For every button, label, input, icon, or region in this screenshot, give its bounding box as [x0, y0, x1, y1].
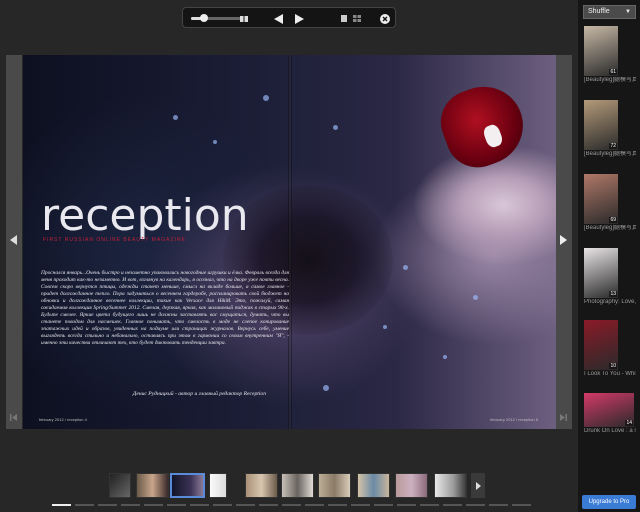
progress-dot[interactable] [489, 504, 508, 506]
page-thumbnail-current[interactable] [170, 473, 205, 498]
related-thumbnail[interactable]: 13 [584, 248, 618, 298]
related-thumbnail[interactable]: 10 [584, 320, 618, 370]
shuffle-dropdown[interactable]: Shuffle ▼ [583, 5, 636, 19]
page-count: 69 [609, 217, 617, 223]
related-item[interactable]: 10 I Look To You - Whitney Tribute [584, 320, 636, 379]
zoom-slider[interactable] [191, 17, 241, 20]
page-thumbnail[interactable] [434, 473, 467, 498]
strip-next-button[interactable] [471, 473, 485, 498]
progress-dot[interactable] [374, 504, 393, 506]
progress-dot[interactable] [351, 504, 370, 506]
progress-dot[interactable] [167, 504, 186, 506]
close-icon[interactable] [378, 8, 392, 29]
related-title[interactable]: Drunk On Love : a shooting by [584, 428, 636, 436]
page-thumbnail[interactable] [209, 473, 227, 498]
page-thumbnail[interactable] [136, 473, 169, 498]
editorial-signature: Денис Рудницкий - автор и главный редакт… [132, 391, 266, 397]
magazine-spread[interactable]: reception FIRST RUSSIAN ONLINE BEAUTY MA… [23, 55, 556, 429]
chevron-left-icon[interactable] [10, 235, 17, 248]
related-title[interactable]: [Beautyleg]腿模写真 No.267 Sara 🍭 [584, 151, 636, 159]
folio-right: february 2012 / reception 5 [490, 417, 538, 422]
bokeh-light [173, 115, 178, 120]
related-title[interactable]: Photography: Love, Hate & Regrets [584, 299, 636, 307]
bokeh-light [333, 125, 338, 130]
page-count: 10 [609, 363, 617, 369]
progress-dot[interactable] [282, 504, 301, 506]
progress-dot[interactable] [190, 504, 209, 506]
related-item[interactable]: 72 [Beautyleg]腿模写真 No.267 Sara 🍭 [584, 100, 636, 159]
page-thumbnail[interactable] [395, 473, 428, 498]
related-thumbnail[interactable]: 72 [584, 100, 618, 150]
progress-dot[interactable] [259, 504, 278, 506]
progress-dot[interactable] [213, 504, 232, 506]
progress-dot[interactable] [121, 504, 140, 506]
bokeh-light [213, 140, 217, 144]
related-item[interactable]: 61 [Beautyleg]腿模写真 No.237 Sara 🍭 [584, 26, 636, 85]
progress-dot[interactable] [144, 504, 163, 506]
related-thumbnail[interactable]: 14 [584, 393, 634, 427]
chevron-right-icon [475, 481, 481, 490]
bokeh-light [323, 385, 329, 391]
last-page-icon[interactable] [560, 414, 567, 423]
progress-dot[interactable] [397, 504, 416, 506]
page-thumbnail[interactable] [357, 473, 390, 498]
chevron-right-icon[interactable] [560, 235, 567, 248]
related-title[interactable]: [Beautyleg]腿模写真 No.267 Sara 🍭 [584, 225, 636, 233]
chevron-down-icon: ▼ [625, 9, 631, 15]
bokeh-light [263, 95, 269, 101]
page-count: 13 [609, 291, 617, 297]
viewer-toolbar [182, 7, 396, 28]
progress-dot[interactable] [512, 504, 531, 506]
previous-icon[interactable] [271, 8, 285, 29]
page-icon[interactable] [339, 8, 349, 29]
next-page-bar[interactable] [556, 55, 572, 429]
progress-dot[interactable] [420, 504, 439, 506]
magazine-subtitle: FIRST RUSSIAN ONLINE BEAUTY MAGAZINE [43, 237, 186, 243]
progress-dot[interactable] [305, 504, 324, 506]
page-thumbnail[interactable] [245, 473, 278, 498]
single-page-view-icon[interactable] [237, 8, 251, 29]
progress-dot[interactable] [75, 504, 94, 506]
related-item[interactable]: 69 [Beautyleg]腿模写真 No.267 Sara 🍭 [584, 174, 636, 233]
magazine-title: reception [41, 190, 249, 241]
first-page-icon[interactable] [10, 414, 17, 423]
page-count: 61 [609, 69, 617, 75]
previous-page-bar[interactable] [6, 55, 22, 429]
progress-dot[interactable] [466, 504, 485, 506]
page-thumbnail-strip [109, 473, 485, 498]
bokeh-light [473, 295, 478, 300]
page-progress-dots [52, 504, 532, 507]
page-thumbnail[interactable] [281, 473, 314, 498]
grid-icon[interactable] [351, 8, 363, 29]
bokeh-light [403, 265, 408, 270]
play-icon[interactable] [292, 8, 306, 29]
related-title[interactable]: [Beautyleg]腿模写真 No.237 Sara 🍭 [584, 77, 636, 85]
bokeh-light [383, 325, 387, 329]
bokeh-light [443, 355, 447, 359]
progress-dot[interactable] [443, 504, 462, 506]
related-title[interactable]: I Look To You - Whitney Tribute [584, 371, 636, 379]
related-item[interactable]: 13 Photography: Love, Hate & Regrets [584, 248, 636, 307]
progress-dot[interactable] [52, 504, 71, 506]
folio-left: february 2012 / reception 4 [39, 417, 87, 422]
related-item[interactable]: 14 Drunk On Love : a shooting by [584, 393, 636, 436]
page-count: 14 [625, 420, 633, 426]
shuffle-label: Shuffle [588, 8, 610, 15]
progress-dot[interactable] [98, 504, 117, 506]
upgrade-button[interactable]: Upgrade to Pro [582, 495, 636, 509]
flipbook-viewer: reception FIRST RUSSIAN ONLINE BEAUTY MA… [0, 0, 640, 512]
page-count: 72 [609, 143, 617, 149]
related-thumbnail[interactable]: 61 [584, 26, 618, 76]
progress-dot[interactable] [236, 504, 255, 506]
related-thumbnail[interactable]: 69 [584, 174, 618, 224]
page-gutter [288, 55, 292, 429]
page-thumbnail[interactable] [109, 473, 131, 498]
progress-dot[interactable] [328, 504, 347, 506]
lips-image [432, 75, 534, 177]
page-thumbnail[interactable] [318, 473, 351, 498]
zoom-slider-thumb[interactable] [199, 14, 208, 22]
editorial-text: Проснался январь...Очень быстро и незаме… [41, 270, 289, 346]
